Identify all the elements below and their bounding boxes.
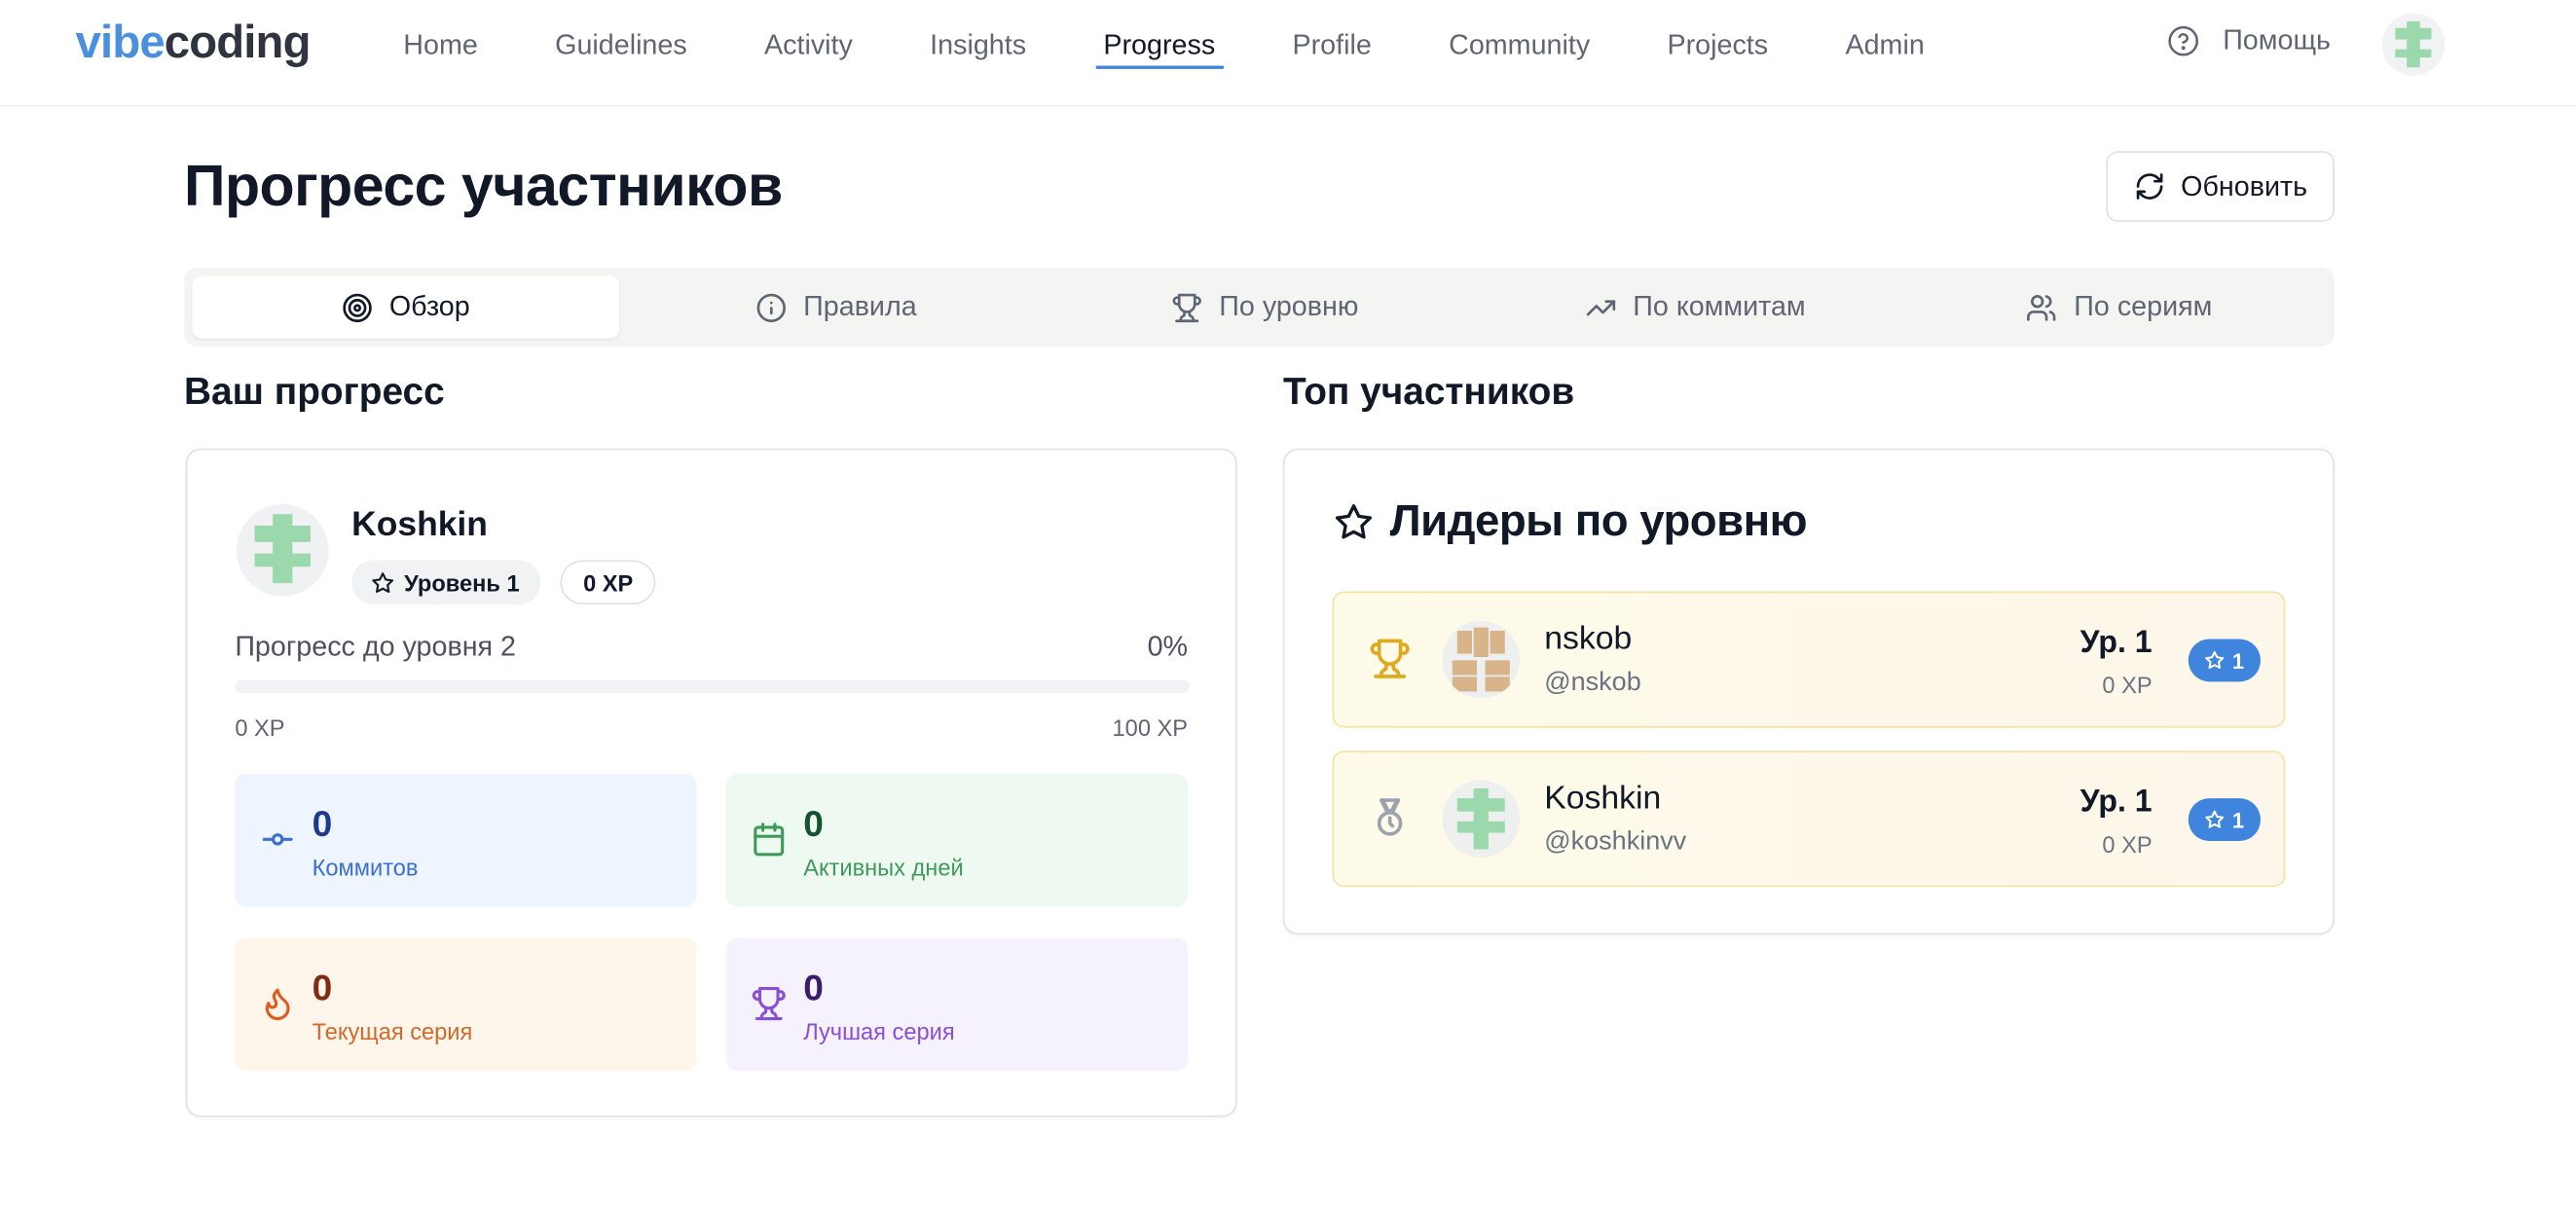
level-badge: 1 [2188,639,2261,682]
users-icon [2027,294,2057,320]
leader-handle: @koshkinvv [1544,827,1687,857]
star-icon [2204,810,2224,828]
stat-value: 0 [803,803,824,845]
stat-label: Коммитов [312,854,419,881]
target-icon [343,292,372,322]
stat-active-days: 0 Активных дней [725,773,1189,907]
user-avatar-menu[interactable] [2381,13,2445,76]
trophy-icon [1172,292,1201,322]
nav-item-projects[interactable]: Projects [1667,0,1768,92]
nav-item-admin[interactable]: Admin [1845,0,1924,92]
stat-value: 0 [312,967,333,1009]
star-icon [2204,650,2224,669]
stat-current-streak: 0 Текущая серия [235,937,697,1072]
user-name: Koshkin [351,505,488,544]
nav-item-profile[interactable]: Profile [1292,0,1371,92]
tab-label: Правила [803,290,917,322]
tab-rules[interactable]: Правила [623,276,1050,339]
tab-by-streaks[interactable]: По сериям [1914,276,2325,339]
level-badge-value: 1 [2231,807,2245,832]
tab-by-level[interactable]: По уровню [1051,276,1479,339]
stat-commits: 0 Коммитов [235,773,697,907]
leaderboard-row[interactable]: Koshkin @koshkinvv Ур. 1 0 XP 1 [1332,750,2286,888]
leader-xp: 0 XP [2102,830,2153,858]
avatar [1442,780,1520,858]
info-icon [756,292,786,322]
medal-icon [1377,798,1403,836]
xp-max-label: 100 XP [1112,714,1189,742]
leader-level: Ур. 1 [2079,785,2153,821]
stat-label: Лучшая серия [803,1018,955,1045]
tab-label: По коммитам [1633,290,1806,322]
nav-item-insights[interactable]: Insights [930,0,1026,92]
nav-item-progress[interactable]: Progress [1094,0,1224,92]
leader-level: Ур. 1 [2079,625,2153,661]
help-circle-icon [2168,25,2199,56]
stat-label: Текущая серия [312,1018,473,1045]
leader-xp: 0 XP [2102,672,2153,699]
progress-tabs: Обзор Правила По уровню По коммитам По с… [184,268,2335,347]
nav-item-activity[interactable]: Activity [764,0,853,92]
tab-overview[interactable]: Обзор [192,275,620,339]
progress-percent: 0% [1147,631,1189,663]
refresh-icon [2135,173,2162,200]
stat-value: 0 [803,967,824,1009]
identicon-avatar [1442,620,1520,699]
xp-min-label: 0 XP [235,714,285,742]
leaderboard-row[interactable]: nskob @nskob Ур. 1 0 XP 1 [1332,591,2286,728]
avatar [1442,620,1520,699]
top-participants-heading: Топ участников [1282,369,1575,413]
avatar [237,504,329,597]
leaderboard-title: Лидеры по уровню [1334,495,1808,547]
leader-handle: @nskob [1544,668,1641,697]
tab-label: По сериям [2074,290,2213,322]
xp-badge: 0 XP [560,560,656,604]
trophy-icon [1370,639,1410,678]
calendar-icon [754,823,785,857]
nav-item-guidelines[interactable]: Guidelines [555,0,687,92]
your-progress-card: Koshkin Уровень 1 0 XP Прогресс до уровн… [185,448,1237,1117]
level-label: Уровень 1 [404,568,520,596]
level-badge-value: 1 [2231,647,2245,674]
refresh-button[interactable]: Обновить [2106,151,2335,222]
nav-item-community[interactable]: Community [1449,0,1590,92]
flame-icon [265,988,290,1020]
brand-logo[interactable]: vibecoding [75,16,312,69]
level-badge: Уровень 1 [351,560,541,604]
leader-name: Koshkin [1544,780,1662,817]
stat-best-streak: 0 Лучшая серия [725,937,1189,1072]
leaderboard-title-label: Лидеры по уровню [1389,495,1808,546]
trending-up-icon [1586,299,1616,315]
leaderboard-card: Лидеры по уровню nskob @nskob Ур. 1 0 XP… [1282,448,2335,935]
stat-label: Активных дней [803,854,964,881]
trophy-icon [752,987,786,1021]
identicon-avatar [2381,13,2445,76]
star-icon [372,571,394,593]
top-navbar: vibecoding Home Guidelines Activity Insight… [0,0,2576,107]
brand-logo-part1: vibe [75,16,166,68]
help-link[interactable]: Помощь [2167,24,2331,57]
star-icon [1335,503,1373,538]
identicon-avatar [1442,780,1520,858]
main-nav: Home Guidelines Activity Insights Progress Pr… [365,0,1964,92]
nav-item-home[interactable]: Home [403,0,478,92]
stat-value: 0 [312,803,333,845]
leader-name: nskob [1544,620,1633,657]
help-label: Помощь [2223,24,2332,56]
git-commit-icon [262,833,293,846]
progress-bar [235,679,1190,694]
your-progress-heading: Ваш прогресс [184,369,445,413]
brand-logo-part2: coding [164,16,312,68]
tab-by-commits[interactable]: По коммитам [1482,276,1909,339]
tab-label: По уровню [1219,290,1359,322]
refresh-button-label: Обновить [2181,169,2308,201]
level-badge: 1 [2188,798,2261,841]
progress-label: Прогресс до уровня 2 [235,631,517,663]
page-title: Прогресс участников [184,154,783,219]
tab-label: Обзор [388,290,470,322]
identicon-avatar [237,504,329,597]
